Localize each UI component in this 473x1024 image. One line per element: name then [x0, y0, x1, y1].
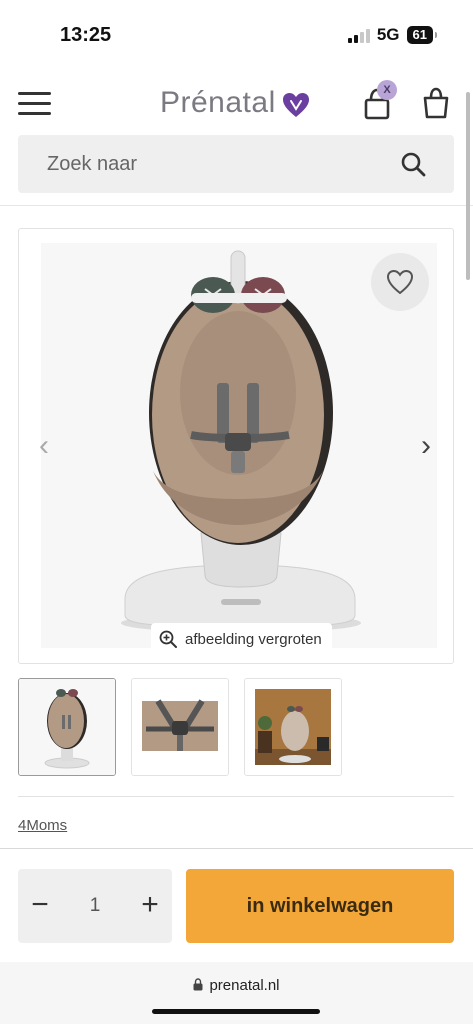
page-scrollbar[interactable]: [466, 92, 470, 280]
thumbnail-harness[interactable]: [131, 678, 229, 776]
baby-swing-illustration: [121, 250, 361, 633]
heart-logo-icon: [282, 92, 309, 117]
search-icon[interactable]: [400, 151, 426, 177]
brand-link[interactable]: 4Moms: [18, 817, 67, 834]
search-input[interactable]: [18, 135, 388, 193]
status-bar: 13:25 5G 61: [0, 0, 473, 70]
network-type: 5G: [376, 25, 400, 44]
quantity-stepper: − +: [18, 869, 172, 943]
add-to-cart-bar: − + in winkelwagen: [0, 848, 473, 962]
section-divider: [18, 796, 454, 797]
prenatal-logo[interactable]: Prénatal: [160, 86, 310, 120]
quantity-input[interactable]: [82, 895, 108, 917]
next-image-arrow[interactable]: ›: [421, 429, 431, 463]
thumbnail-room[interactable]: [244, 678, 342, 776]
signal-icon: [347, 27, 370, 43]
zoom-label: afbeelding vergroten: [185, 630, 322, 648]
battery-icon: 61: [406, 26, 438, 44]
wishlist-button[interactable]: [371, 253, 429, 311]
heart-icon: [386, 269, 414, 295]
menu-icon[interactable]: [18, 92, 51, 116]
site-header: Prénatal: [0, 70, 473, 138]
search-bar: [18, 135, 454, 193]
zoom-image-button[interactable]: afbeelding vergroten: [151, 623, 332, 655]
url-text: prenatal.nl: [209, 977, 280, 994]
logo-text: Prénatal: [160, 86, 276, 119]
header-divider: [0, 205, 473, 206]
status-indicators: 5G 61: [347, 25, 438, 45]
lock-icon: [193, 978, 203, 991]
product-image-gallery: ‹ › afbeelding vergroten: [18, 228, 454, 664]
product-image[interactable]: [41, 243, 437, 648]
add-to-cart-button[interactable]: in winkelwagen: [186, 869, 454, 943]
thumbnail-front[interactable]: [18, 678, 116, 776]
browser-url-bar[interactable]: prenatal.nl: [0, 962, 473, 1024]
account-badge: X: [377, 80, 397, 100]
url-display[interactable]: prenatal.nl: [0, 977, 473, 994]
thumbnail-harness-image: [132, 679, 228, 775]
previous-image-arrow[interactable]: ‹: [39, 429, 49, 463]
status-time: 13:25: [60, 24, 112, 46]
home-indicator[interactable]: [152, 1009, 320, 1014]
thumbnail-front-image: [19, 679, 115, 775]
shopping-bag-icon[interactable]: [422, 86, 450, 120]
quantity-decrease-button[interactable]: −: [28, 890, 52, 920]
zoom-in-icon: [159, 630, 177, 648]
quantity-increase-button[interactable]: +: [138, 890, 162, 920]
thumbnail-room-image: [245, 679, 341, 775]
